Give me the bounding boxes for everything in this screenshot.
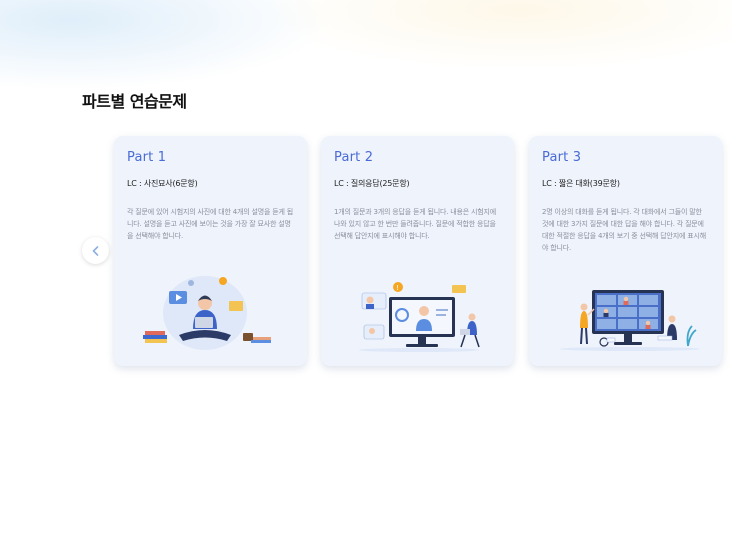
student-laptop-illustration bbox=[143, 276, 271, 350]
part-card-1[interactable]: Part 1 LC : 사진묘사(6문항) 각 질문에 있어 시험지의 사진에 … bbox=[114, 136, 307, 366]
chevron-left-icon bbox=[92, 245, 98, 256]
header-background bbox=[0, 0, 732, 140]
card-description: 각 질문에 있어 시험지의 사진에 대한 4개의 설명을 듣게 됩니다. 설명을… bbox=[127, 208, 293, 240]
card-description: 2명 이상의 대화를 듣게 됩니다. 각 대화에서 그들이 말한 것에 대한 3… bbox=[542, 208, 706, 252]
card-title: Part 3 bbox=[542, 150, 582, 165]
card-description: 1개의 질문과 3개의 응답을 듣게 됩니다. 내용은 시험지에 나와 있지 않… bbox=[334, 208, 496, 240]
section-title: 파트별 연습문제 bbox=[82, 92, 187, 111]
card-subtitle: LC : 질의응답(25문항) bbox=[334, 179, 410, 188]
online-meeting-illustration: ! bbox=[359, 282, 480, 352]
card-subtitle: LC : 사진묘사(6문항) bbox=[127, 179, 198, 188]
video-conference-illustration bbox=[560, 290, 700, 351]
part-card-2[interactable]: Part 2 LC : 질의응답(25문항) 1개의 질문과 3개의 응답을 듣… bbox=[321, 136, 514, 366]
prev-button[interactable] bbox=[82, 237, 109, 264]
card-title: Part 1 bbox=[127, 150, 167, 165]
card-subtitle: LC : 짧은 대화(39문항) bbox=[542, 179, 620, 188]
svg-text:!: ! bbox=[396, 284, 399, 292]
part-card-3[interactable]: Part 3 LC : 짧은 대화(39문항) 2명 이상의 대화를 듣게 됩니… bbox=[529, 136, 722, 366]
card-title: Part 2 bbox=[334, 150, 374, 165]
